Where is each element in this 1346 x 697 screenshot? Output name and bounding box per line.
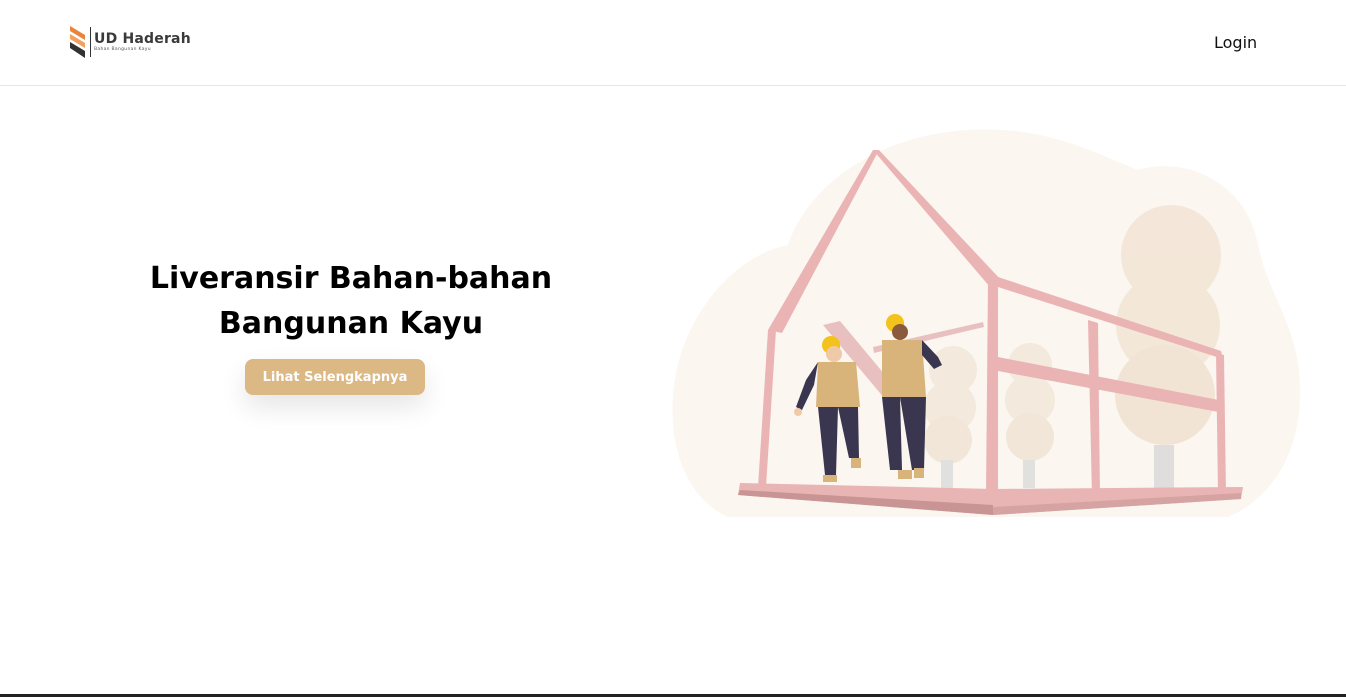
hero-title: Liveransir Bahan-bahan Bangunan Kayu: [130, 256, 572, 346]
logo-icon: [70, 26, 85, 58]
top-navbar: UD Haderah Bahan Bangunan Kayu Login: [0, 0, 1346, 86]
see-more-button[interactable]: Lihat Selengkapnya: [245, 359, 425, 395]
logo-divider: [90, 27, 91, 57]
brand-name: UD Haderah: [94, 30, 191, 47]
brand-logo-link[interactable]: UD Haderah Bahan Bangunan Kayu: [68, 26, 191, 58]
hero-title-line-2: Bangunan Kayu: [218, 306, 484, 341]
hero-title-line-1: Liveransir Bahan-bahan: [149, 261, 553, 296]
house-construction-illustration: [672, 129, 1301, 517]
landing-page: UD Haderah Bahan Bangunan Kayu Login Liv…: [0, 0, 1346, 697]
login-link[interactable]: Login: [1214, 33, 1257, 52]
brand-text: UD Haderah Bahan Bangunan Kayu: [94, 32, 191, 53]
brand-tagline: Bahan Bangunan Kayu: [94, 46, 151, 52]
